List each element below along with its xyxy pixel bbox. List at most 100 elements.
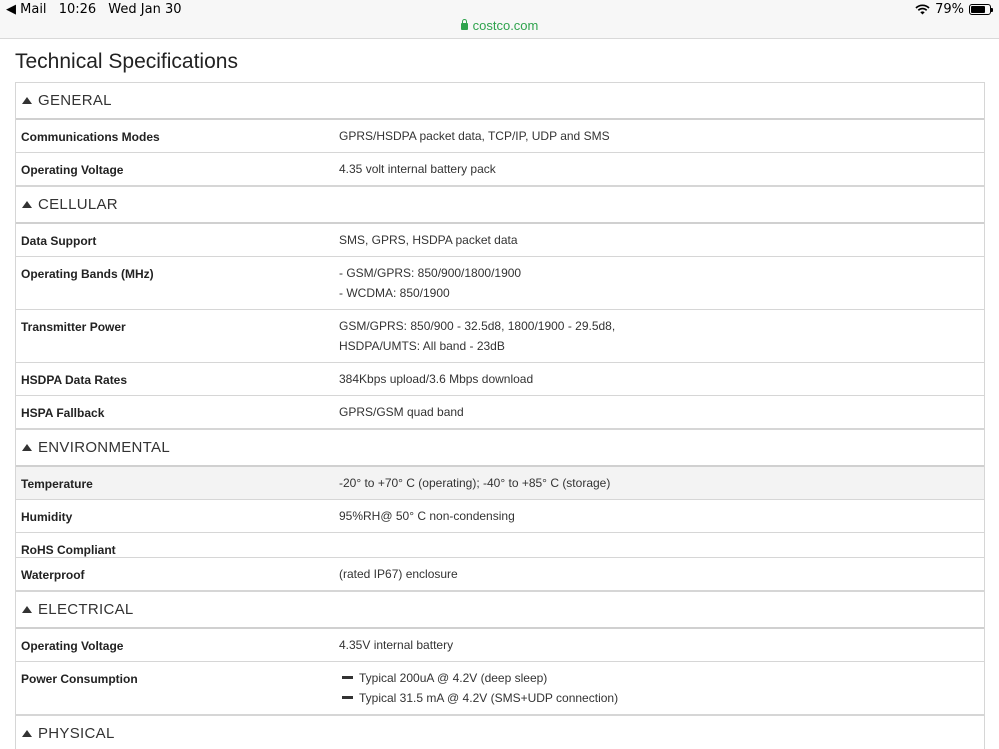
section-title: ELECTRICAL xyxy=(38,601,134,618)
spec-value-text: Typical 200uA @ 4.2V (deep sleep) xyxy=(359,671,548,685)
section-header-general[interactable]: GENERAL xyxy=(16,82,984,120)
lock-icon xyxy=(460,19,468,30)
spec-value-line: -20° to +70° C (operating); -40° to +85°… xyxy=(339,473,984,493)
spec-value-line: - WCDMA: 850/1900 xyxy=(339,283,984,303)
spec-row: HSDPA Data Rates 384Kbps upload/3.6 Mbps … xyxy=(16,363,984,396)
spec-value-text: - GSM/GPRS: 850/900/1800/1900 xyxy=(339,266,522,280)
spec-row: HSPA Fallback GPRS/GSM quad band xyxy=(16,396,984,429)
spec-value-text: HSDPA/UMTS: All band - 23dB xyxy=(339,339,505,353)
spec-value-line: GSM/GPRS: 850/900 - 32.5d8, 1800/1900 - … xyxy=(339,316,984,336)
spec-value-line: (rated IP67) enclosure xyxy=(339,564,984,584)
section-title: CELLULAR xyxy=(38,196,118,213)
spec-value-text: 384Kbps upload/3.6 Mbps download xyxy=(339,372,534,386)
spec-value: GPRS/HSDPA packet data, TCP/IP, UDP and … xyxy=(335,120,984,152)
spec-row: Data Support SMS, GPRS, HSDPA packet data xyxy=(16,224,984,257)
spec-label: Temperature xyxy=(21,477,93,491)
back-to-mail-link[interactable]: ◀ Mail xyxy=(6,2,47,17)
spec-row: Operating Bands (MHz) - GSM/GPRS: 850/900… xyxy=(16,257,984,310)
spec-value-line: HSDPA/UMTS: All band - 23dB xyxy=(339,336,984,356)
spec-value-text: GSM/GPRS: 850/900 - 32.5d8, 1800/1900 - … xyxy=(339,319,616,333)
status-right: 79% xyxy=(915,2,993,17)
collapse-triangle-icon[interactable] xyxy=(22,201,32,208)
spec-label: Operating Voltage xyxy=(21,163,124,177)
spec-value: -20° to +70° C (operating); -40° to +85°… xyxy=(335,467,984,499)
spec-value-text: Typical 31.5 mA @ 4.2V (SMS+UDP connecti… xyxy=(359,691,619,705)
status-left: ◀ Mail 10:26 Wed Jan 30 xyxy=(6,2,190,17)
spec-value-line: Typical 200uA @ 4.2V (deep sleep) xyxy=(339,668,984,688)
spec-row: Power Consumption Typical 200uA @ 4.2V (d… xyxy=(16,662,984,715)
date: Wed Jan 30 xyxy=(108,2,182,17)
specs-table: GENERAL Communications Modes GPRS/HSDPA pa… xyxy=(15,82,985,749)
dash-bullet-icon xyxy=(342,676,353,680)
collapse-triangle-icon[interactable] xyxy=(22,97,32,104)
battery-percent: 79% xyxy=(935,2,964,17)
spec-value-text: 95%RH@ 50° C non-condensing xyxy=(339,509,515,523)
spec-row: Temperature -20° to +70° C (operating); -… xyxy=(16,467,984,500)
spec-row: Humidity 95%RH@ 50° C non-condensing xyxy=(16,500,984,533)
spec-row: Operating Voltage 4.35 volt internal batt… xyxy=(16,153,984,186)
spec-value: 384Kbps upload/3.6 Mbps download xyxy=(335,363,984,395)
spec-value-text: GPRS/GSM quad band xyxy=(339,405,464,419)
section-title: PHYSICAL xyxy=(38,725,115,742)
spec-label: Operating Bands (MHz) xyxy=(21,267,154,281)
section-header-physical[interactable]: PHYSICAL xyxy=(16,715,984,749)
spec-label: Transmitter Power xyxy=(21,320,126,334)
spec-label: Communications Modes xyxy=(21,130,160,144)
collapse-triangle-icon[interactable] xyxy=(22,730,32,737)
spec-value-line: - GSM/GPRS: 850/900/1800/1900 xyxy=(339,263,984,283)
spec-value: Typical 200uA @ 4.2V (deep sleep) Typical… xyxy=(335,662,984,714)
spec-value-line: 4.35V internal battery xyxy=(339,635,984,655)
section-header-electrical[interactable]: ELECTRICAL xyxy=(16,591,984,629)
wifi-icon xyxy=(915,4,930,15)
spec-value-text: 4.35 volt internal battery pack xyxy=(339,162,496,176)
spec-value-line: GPRS/GSM quad band xyxy=(339,402,984,422)
spec-value: 4.35 volt internal battery pack xyxy=(335,153,984,185)
spec-value-text: SMS, GPRS, HSDPA packet data xyxy=(339,233,518,247)
spec-value-text: GPRS/HSDPA packet data, TCP/IP, UDP and … xyxy=(339,129,610,143)
spec-label: Humidity xyxy=(21,510,73,524)
spec-value-line: GPRS/HSDPA packet data, TCP/IP, UDP and … xyxy=(339,126,984,146)
section-title: ENVIRONMENTAL xyxy=(38,439,170,456)
section-title: GENERAL xyxy=(38,92,112,109)
collapse-triangle-icon[interactable] xyxy=(22,444,32,451)
spec-value: GSM/GPRS: 850/900 - 32.5d8, 1800/1900 - … xyxy=(335,310,984,362)
spec-row: Waterproof (rated IP67) enclosure xyxy=(16,558,984,591)
spec-value: 4.35V internal battery xyxy=(335,629,984,661)
spec-row: Operating Voltage 4.35V internal battery xyxy=(16,629,984,662)
section-header-environmental[interactable]: ENVIRONMENTAL xyxy=(16,429,984,467)
spec-label: HSDPA Data Rates xyxy=(21,373,128,387)
battery-level xyxy=(971,6,986,13)
spec-label: Waterproof xyxy=(21,568,85,582)
spec-value-line: 384Kbps upload/3.6 Mbps download xyxy=(339,369,984,389)
spec-value-text: - WCDMA: 850/1900 xyxy=(339,286,450,300)
spec-label: Operating Voltage xyxy=(21,639,124,653)
dash-bullet-icon xyxy=(342,696,353,700)
spec-value-text: 4.35V internal battery xyxy=(339,638,454,652)
spec-value-text: (rated IP67) enclosure xyxy=(339,567,458,581)
section-header-cellular[interactable]: CELLULAR xyxy=(16,186,984,224)
url-display[interactable]: costco.com xyxy=(460,18,539,33)
spec-value-line: 95%RH@ 50° C non-condensing xyxy=(339,506,984,526)
spec-label: RoHS Compliant xyxy=(21,543,116,557)
spec-value: GPRS/GSM quad band xyxy=(335,396,984,428)
spec-value-text: -20° to +70° C (operating); -40° to +85°… xyxy=(339,476,611,490)
spec-value: (rated IP67) enclosure xyxy=(335,558,984,590)
spec-label: Data Support xyxy=(21,234,97,248)
spec-value-line: 4.35 volt internal battery pack xyxy=(339,159,984,179)
spec-value-line: SMS, GPRS, HSDPA packet data xyxy=(339,230,984,250)
spec-value: 95%RH@ 50° C non-condensing xyxy=(335,500,984,532)
battery-icon xyxy=(969,4,993,15)
spec-row: Transmitter Power GSM/GPRS: 850/900 - 32.… xyxy=(16,310,984,363)
spec-label: HSPA Fallback xyxy=(21,406,105,420)
spec-label: Power Consumption xyxy=(21,672,138,686)
spec-value: - GSM/GPRS: 850/900/1800/1900 - WCDMA: 85… xyxy=(335,257,984,309)
spec-row: RoHS Compliant xyxy=(16,533,984,558)
clock-time: 10:26 xyxy=(58,2,97,17)
spec-value xyxy=(335,533,984,557)
url-domain: costco.com xyxy=(472,18,539,33)
spec-value: SMS, GPRS, HSDPA packet data xyxy=(335,224,984,256)
url-bar[interactable]: costco.com xyxy=(0,16,999,39)
collapse-triangle-icon[interactable] xyxy=(22,606,32,613)
spec-row: Communications Modes GPRS/HSDPA packet da… xyxy=(16,120,984,153)
page-title: Technical Specifications xyxy=(15,50,238,73)
